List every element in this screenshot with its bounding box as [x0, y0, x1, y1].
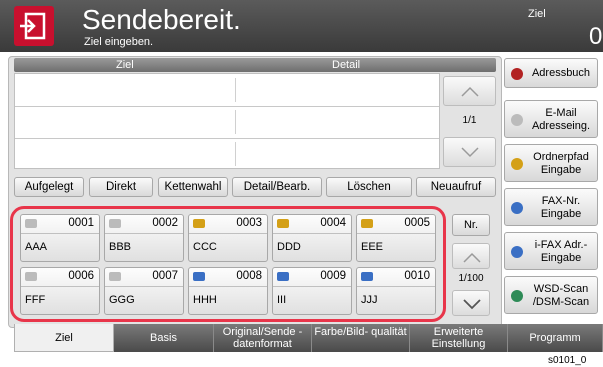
key-name: FFF: [25, 294, 46, 306]
dest-row[interactable]: [15, 74, 439, 107]
ifax-icon: [511, 246, 523, 258]
one-touch-key[interactable]: 0008 HHH: [188, 267, 268, 315]
email-icon: [25, 219, 37, 228]
keys-scroll-up-button[interactable]: [452, 243, 490, 269]
aufgelegt-button[interactable]: Aufgelegt: [14, 177, 84, 197]
key-number: 0005: [404, 217, 430, 229]
tab-farbe-bildqualitaet[interactable]: Farbe/Bild- qualität: [312, 324, 410, 352]
key-number: 0002: [152, 217, 178, 229]
dest-count: 0: [589, 23, 603, 50]
key-number: 0001: [68, 217, 94, 229]
email-icon: [25, 272, 37, 281]
dest-table-header: Ziel Detail: [14, 58, 496, 72]
fax-icon: [277, 272, 289, 281]
key-name: JJJ: [361, 294, 378, 306]
email-icon: [109, 272, 121, 281]
direkt-button[interactable]: Direkt: [89, 177, 153, 197]
folder-icon: [361, 219, 373, 228]
chevron-down-icon: [463, 299, 481, 310]
fax-icon: [361, 272, 373, 281]
tab-ziel[interactable]: Ziel: [14, 324, 114, 352]
neuaufruf-button[interactable]: Neuaufruf: [416, 177, 496, 197]
key-name: BBB: [109, 241, 132, 253]
fax-number-button[interactable]: FAX-Nr. Eingabe: [504, 188, 598, 226]
chevron-up-icon: [461, 86, 479, 97]
one-touch-key[interactable]: 0010 JJJ: [356, 267, 436, 315]
col-ziel: Ziel: [116, 59, 134, 71]
folder-icon: [193, 219, 205, 228]
key-name: DDD: [277, 241, 301, 253]
dest-list[interactable]: [14, 73, 440, 169]
keys-scroll-down-button[interactable]: [452, 290, 490, 316]
tab-programm[interactable]: Programm: [508, 324, 603, 352]
email-icon: [511, 114, 523, 126]
folder-icon: [511, 158, 523, 170]
dest-row[interactable]: [15, 106, 439, 139]
wsd-scan-button[interactable]: WSD-Scan /DSM-Scan: [504, 276, 598, 314]
fax-icon: [511, 202, 523, 214]
key-name: CCC: [193, 241, 217, 253]
key-number: 0007: [152, 270, 178, 282]
key-number: 0010: [404, 270, 430, 282]
one-touch-key[interactable]: 0002 BBB: [104, 214, 184, 262]
scan-icon: [511, 290, 523, 302]
chevron-up-icon: [463, 252, 481, 263]
keys-page-indicator: 1/100: [458, 273, 484, 284]
key-name: GGG: [109, 294, 135, 306]
page-subtitle: Ziel eingeben.: [84, 36, 154, 48]
key-name: AAA: [25, 241, 48, 253]
one-touch-key[interactable]: 0001 AAA: [20, 214, 100, 262]
send-icon: [14, 6, 54, 46]
fax-icon: [193, 272, 205, 281]
number-search-button[interactable]: Nr.: [452, 214, 490, 236]
key-number: 0008: [236, 270, 262, 282]
folder-path-button[interactable]: Ordnerpfad Eingabe: [504, 144, 598, 182]
address-book-icon: [511, 68, 523, 80]
figure-code: s0101_0: [548, 355, 587, 366]
loeschen-button[interactable]: Löschen: [326, 177, 412, 197]
chevron-down-icon: [461, 147, 479, 158]
key-number: 0003: [236, 217, 262, 229]
key-number: 0006: [68, 270, 94, 282]
ifax-address-button[interactable]: i-FAX Adr.-Eingabe: [504, 232, 598, 270]
folder-icon: [277, 219, 289, 228]
dest-scroll-up-button[interactable]: [443, 76, 496, 106]
one-touch-key[interactable]: 0007 GGG: [104, 267, 184, 315]
email-icon: [109, 219, 121, 228]
email-entry-button[interactable]: E-Mail Adresseing.: [504, 100, 598, 138]
detail-edit-button[interactable]: Detail/Bearb.: [232, 177, 322, 197]
one-touch-key[interactable]: 0003 CCC: [188, 214, 268, 262]
one-touch-key[interactable]: 0009 III: [272, 267, 352, 315]
tab-basis[interactable]: Basis: [114, 324, 214, 352]
tab-original-format[interactable]: Original/Sende -datenformat: [214, 324, 312, 352]
page-title: Sendebereit.: [82, 4, 241, 35]
dest-page-indicator: 1/1: [462, 115, 477, 126]
col-detail: Detail: [332, 59, 361, 71]
dest-scroll-down-button[interactable]: [443, 137, 496, 167]
one-touch-key[interactable]: 0004 DDD: [272, 214, 352, 262]
key-number: 0004: [320, 217, 346, 229]
one-touch-key[interactable]: 0006 FFF: [20, 267, 100, 315]
kettenwahl-button[interactable]: Kettenwahl: [158, 177, 228, 197]
address-book-button[interactable]: Adressbuch: [504, 58, 598, 88]
dest-row[interactable]: [15, 138, 439, 170]
key-name: EEE: [361, 241, 384, 253]
dest-count-label: Ziel: [528, 8, 546, 20]
one-touch-key[interactable]: 0005 EEE: [356, 214, 436, 262]
key-number: 0009: [320, 270, 346, 282]
key-name: III: [277, 294, 287, 306]
tab-erweiterte-einstellung[interactable]: Erweiterte Einstellung: [410, 324, 508, 352]
key-name: HHH: [193, 294, 217, 306]
